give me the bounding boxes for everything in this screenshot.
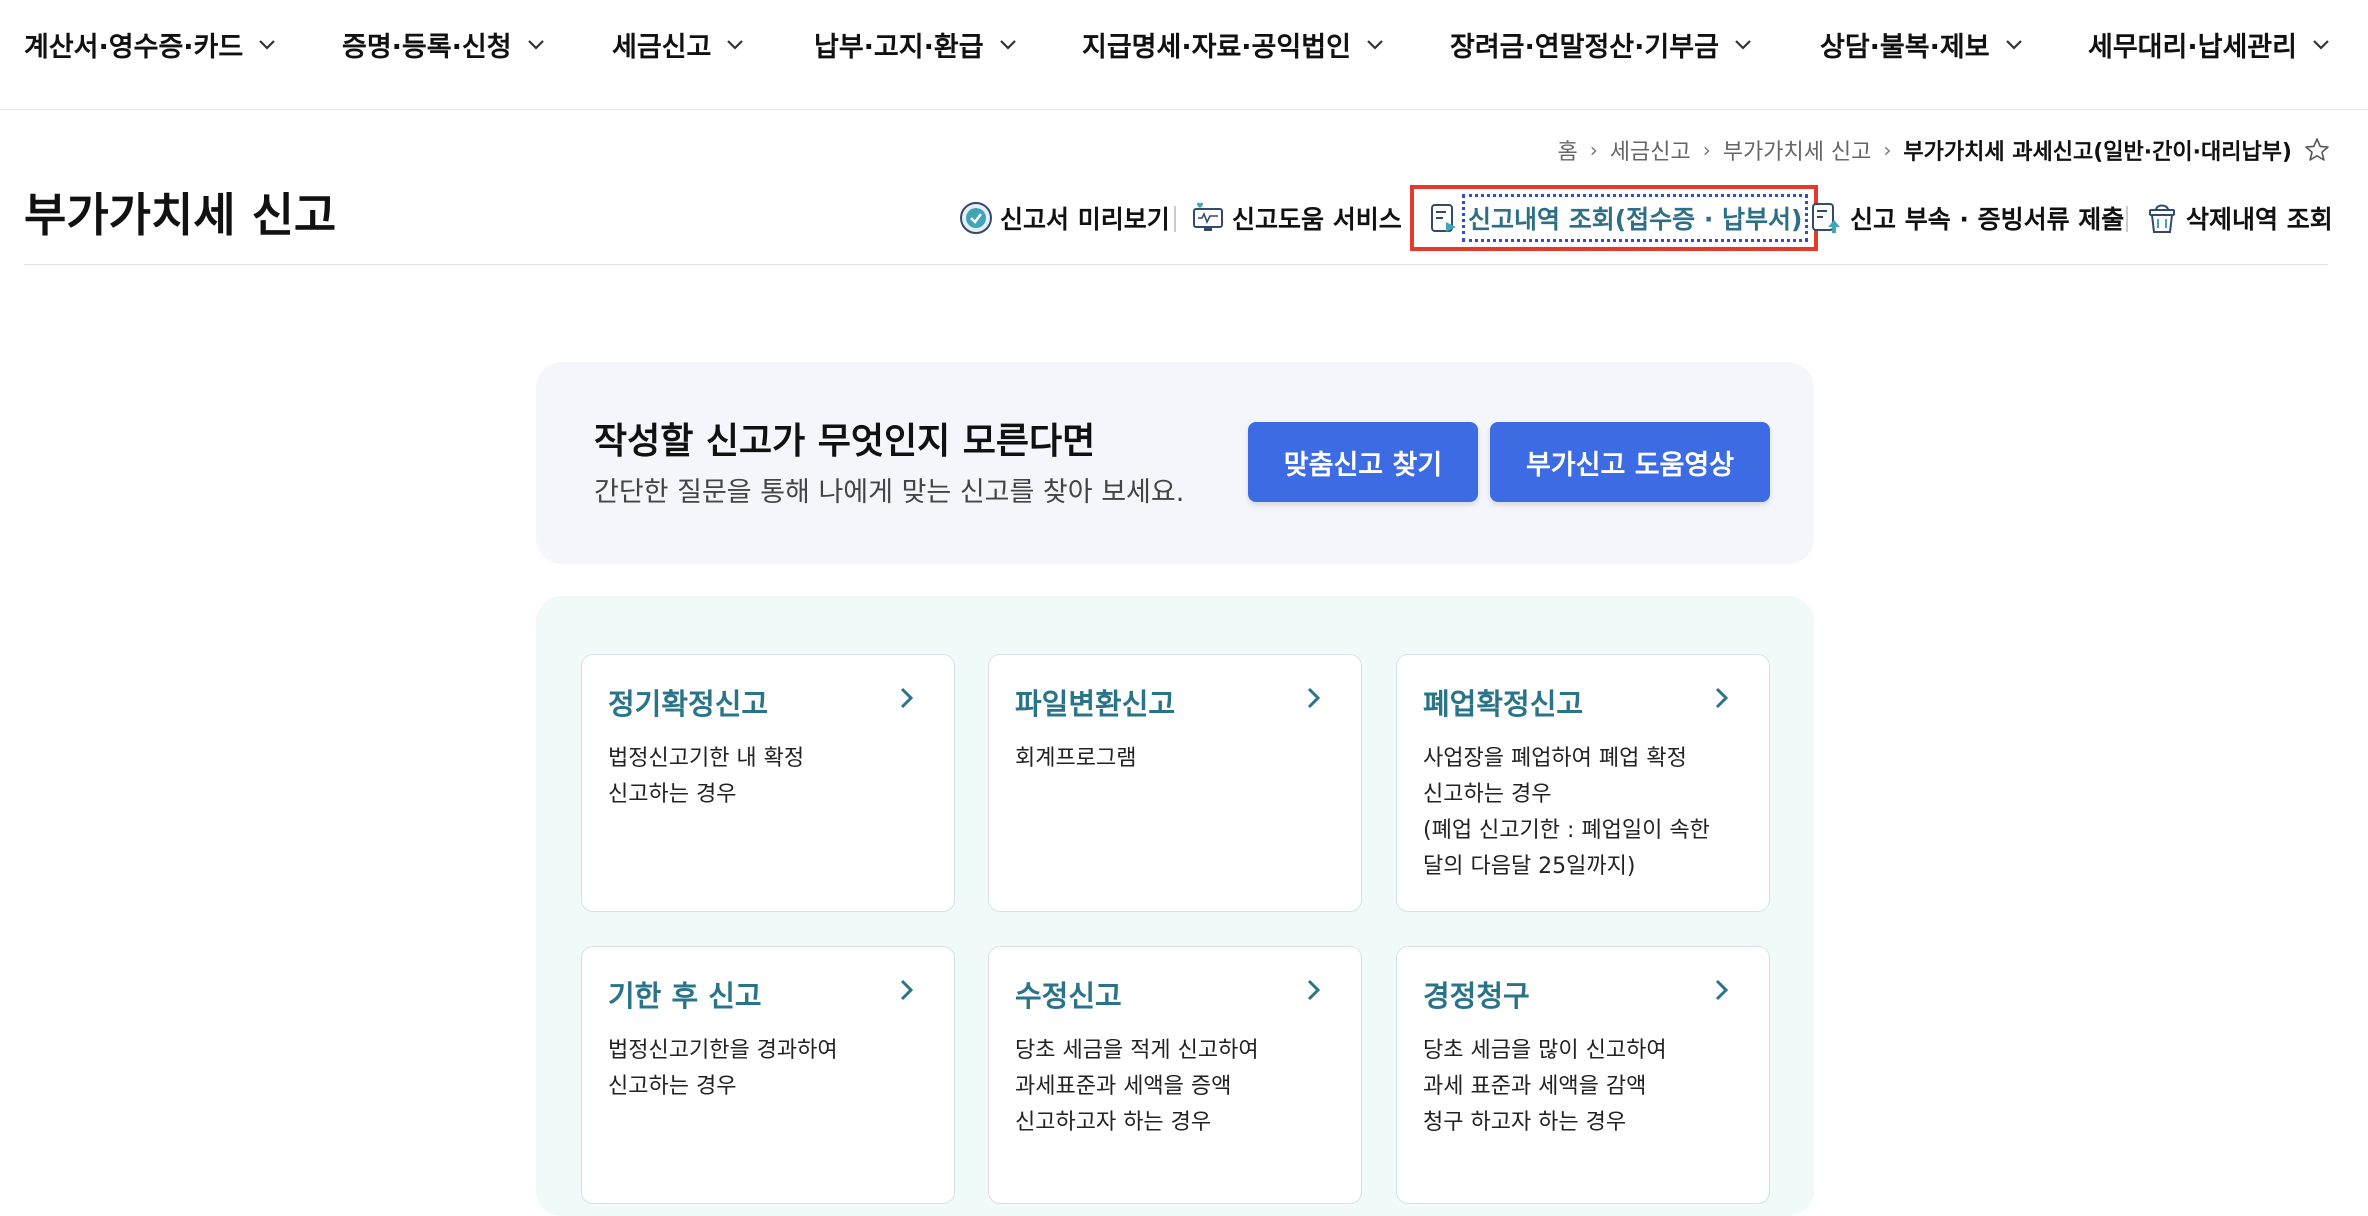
card-description-line: 당초 세금을 적게 신고하여 [1015, 1038, 1259, 1063]
breadcrumb-vat-filing[interactable]: 부가가치세 신고 [1723, 134, 1872, 166]
nav-item-label: 납부·고지·환급 [814, 31, 984, 63]
chevron-down-icon [725, 34, 745, 54]
card-refund-claim[interactable]: 경정청구 당초 세금을 많이 신고하여 과세 표준과 세액을 감액 청구 하고자… [1396, 946, 1770, 1204]
card-description-line: 과세표준과 세액을 증액 [1015, 1074, 1232, 1099]
chevron-down-icon [2311, 34, 2331, 54]
chevron-right-icon [896, 977, 918, 1003]
breadcrumb-separator-icon: › [1589, 138, 1598, 162]
card-description-line: 달의 다음달 25일까지) [1423, 854, 1636, 879]
help-service-label: 신고도움 서비스 [1232, 205, 1402, 234]
trash-basket-icon [2144, 200, 2180, 236]
card-title: 정기확정신고 [608, 687, 769, 721]
banner-title: 작성할 신고가 무엇인지 모른다면 [594, 421, 1096, 462]
chevron-down-icon [526, 34, 546, 54]
breadcrumb-home[interactable]: 홈 [1558, 134, 1578, 166]
filing-type-cards: 정기확정신고 법정신고기한 내 확정 신고하는 경우 파일변환신고 회계프로그램… [536, 596, 1814, 1216]
breadcrumb: 홈 › 세금신고 › 부가가치세 신고 › 부가가치세 과세신고(일반·간이·대… [1558, 130, 2330, 170]
card-late-filing[interactable]: 기한 후 신고 법정신고기한을 경과하여 신고하는 경우 [581, 946, 955, 1204]
attach-documents-button[interactable]: 신고 부속 · 증빙서류 제출 [1808, 190, 2124, 246]
filing-history-button[interactable]: 신고내역 조회(접수증 · 납부서) [1410, 185, 1819, 251]
card-description-line: (폐업 신고기한 : 폐업일이 속한 [1423, 818, 1710, 843]
find-filing-button[interactable]: 맞춤신고 찾기 [1248, 422, 1478, 502]
card-description-line: 청구 하고자 하는 경우 [1423, 1110, 1627, 1135]
card-amended-filing[interactable]: 수정신고 당초 세금을 적게 신고하여 과세표준과 세액을 증액 신고하고자 하… [988, 946, 1362, 1204]
card-description-line: 회계프로그램 [1015, 746, 1137, 771]
chevron-down-icon [2004, 34, 2024, 54]
preview-label: 신고서 미리보기 [1000, 205, 1170, 234]
card-title: 폐업확정신고 [1423, 687, 1584, 721]
card-description: 당초 세금을 많이 신고하여 과세 표준과 세액을 감액 청구 하고자 하는 경… [1423, 1033, 1753, 1141]
monitor-heart-icon [1190, 200, 1226, 236]
card-description: 당초 세금을 적게 신고하여 과세표준과 세액을 증액 신고하고자 하는 경우 [1015, 1033, 1345, 1141]
card-description-line: 신고하는 경우 [608, 1074, 737, 1099]
nav-item-label: 계산서·영수증·카드 [24, 31, 244, 63]
breadcrumb-separator-icon: › [1702, 138, 1711, 162]
title-divider [24, 264, 2328, 265]
card-description: 사업장을 폐업하여 폐업 확정 신고하는 경우 (폐업 신고기한 : 폐업일이 … [1423, 741, 1753, 885]
preview-button[interactable]: 신고서 미리보기 [958, 190, 1170, 246]
nav-item-consult-appeal[interactable]: 상담·불복·제보 [1820, 20, 2024, 68]
chevron-right-icon [1303, 977, 1325, 1003]
card-description-line: 당초 세금을 많이 신고하여 [1423, 1038, 1667, 1063]
page-actions: 신고서 미리보기 신고도움 서비스 신고내역 조회(접수증 · 납부서) 신고 … [958, 185, 2333, 251]
nav-item-tax-agent[interactable]: 세무대리·납세관리 [2088, 20, 2331, 68]
card-description: 법정신고기한을 경과하여 신고하는 경우 [608, 1033, 938, 1105]
nav-item-label: 지급명세·자료·공익법인 [1082, 31, 1351, 63]
nav-item-label: 상담·불복·제보 [1820, 31, 1990, 63]
help-video-button[interactable]: 부가신고 도움영상 [1490, 422, 1770, 502]
nav-item-invoice-receipt-card[interactable]: 계산서·영수증·카드 [24, 20, 277, 68]
nav-item-payment-statement[interactable]: 지급명세·자료·공익법인 [1082, 20, 1385, 68]
card-file-conversion-filing[interactable]: 파일변환신고 회계프로그램 [988, 654, 1362, 912]
card-description-line: 사업장을 폐업하여 폐업 확정 [1423, 746, 1687, 771]
card-closure-filing[interactable]: 폐업확정신고 사업장을 폐업하여 폐업 확정 신고하는 경우 (폐업 신고기한 … [1396, 654, 1770, 912]
card-description: 회계프로그램 [1015, 741, 1345, 777]
card-regular-filing[interactable]: 정기확정신고 법정신고기한 내 확정 신고하는 경우 [581, 654, 955, 912]
page-title: 부가가치세 신고 [24, 188, 337, 242]
nav-item-certificate-registration[interactable]: 증명·등록·신청 [342, 20, 546, 68]
filing-help-banner: 작성할 신고가 무엇인지 모른다면 간단한 질문을 통해 나에게 맞는 신고를 … [536, 362, 1814, 564]
chevron-down-icon [1365, 34, 1385, 54]
nav-item-label: 증명·등록·신청 [342, 31, 512, 63]
star-icon[interactable] [2304, 137, 2330, 163]
breadcrumb-current: 부가가치세 과세신고(일반·간이·대리납부) [1903, 140, 2292, 165]
deleted-history-label: 삭제내역 조회 [2186, 205, 2333, 234]
chevron-right-icon [1711, 977, 1733, 1003]
breadcrumb-separator-icon: › [1883, 138, 1892, 162]
card-description-line: 신고하는 경우 [1423, 782, 1552, 807]
chevron-right-icon [896, 685, 918, 711]
check-circle-icon [958, 200, 994, 236]
card-title: 수정신고 [1015, 979, 1122, 1013]
card-title: 기한 후 신고 [608, 979, 762, 1013]
breadcrumb-tax-filing[interactable]: 세금신고 [1610, 134, 1691, 166]
chevron-down-icon [998, 34, 1018, 54]
nav-item-incentive-yearend[interactable]: 장려금·연말정산·기부금 [1450, 20, 1753, 68]
nav-item-payment-refund[interactable]: 납부·고지·환급 [814, 20, 1018, 68]
card-description-line: 법정신고기한 내 확정 [608, 746, 805, 771]
nav-item-tax-filing[interactable]: 세금신고 [612, 20, 745, 68]
document-search-icon [1426, 200, 1462, 236]
banner-subtitle: 간단한 질문을 통해 나에게 맞는 신고를 찾아 보세요. [594, 477, 1185, 508]
chevron-down-icon [257, 34, 277, 54]
help-service-button[interactable]: 신고도움 서비스 [1190, 190, 1402, 246]
card-description-line: 과세 표준과 세액을 감액 [1423, 1074, 1647, 1099]
chevron-right-icon [1303, 685, 1325, 711]
nav-item-label: 세금신고 [612, 31, 712, 63]
nav-item-label: 장려금·연말정산·기부금 [1450, 31, 1719, 63]
deleted-history-button[interactable]: 삭제내역 조회 [2144, 190, 2333, 246]
nav-item-label: 세무대리·납세관리 [2088, 31, 2297, 63]
card-description: 법정신고기한 내 확정 신고하는 경우 [608, 741, 938, 813]
card-description-line: 신고하는 경우 [608, 782, 737, 807]
card-description-line: 법정신고기한을 경과하여 [608, 1038, 838, 1063]
attach-documents-label: 신고 부속 · 증빙서류 제출 [1850, 205, 2125, 234]
card-title: 경정청구 [1423, 979, 1530, 1013]
chevron-down-icon [1733, 34, 1753, 54]
top-navigation: 계산서·영수증·카드 증명·등록·신청 세금신고 납부·고지·환급 지급명세·자… [0, 0, 2368, 110]
card-description-line: 신고하고자 하는 경우 [1015, 1110, 1212, 1135]
action-divider [1174, 206, 1176, 232]
chevron-right-icon [1711, 685, 1733, 711]
action-divider [2126, 206, 2128, 232]
filing-history-label: 신고내역 조회(접수증 · 납부서) [1461, 194, 1809, 242]
document-upload-icon [1808, 200, 1844, 236]
card-title: 파일변환신고 [1015, 687, 1176, 721]
